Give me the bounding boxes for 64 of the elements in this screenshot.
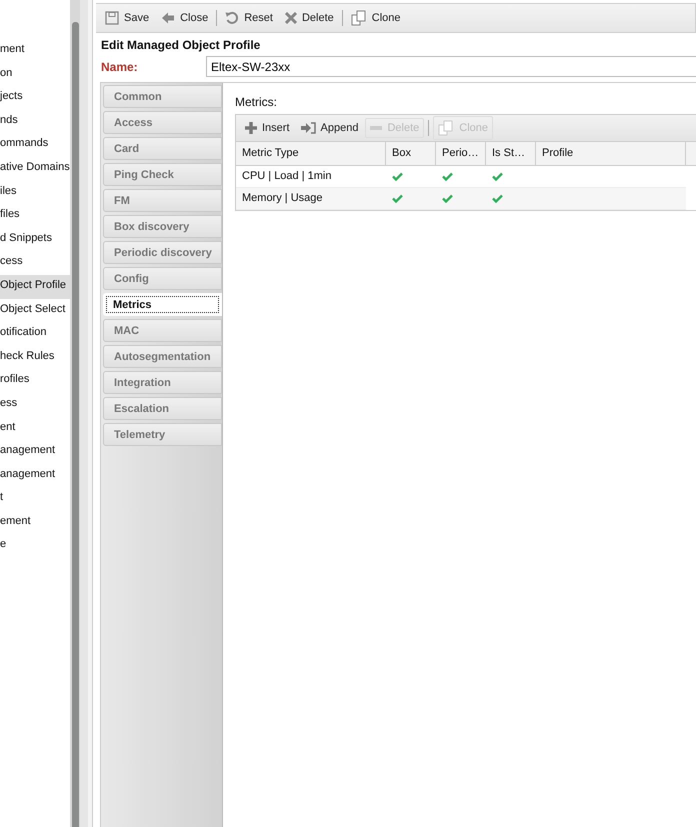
nav-item[interactable]: Object Select xyxy=(0,298,70,322)
nav-item[interactable]: cess xyxy=(0,251,70,275)
scrollbar-thumb[interactable] xyxy=(72,22,79,827)
nav-item[interactable]: iles xyxy=(0,180,70,204)
arrow-into-bracket-icon xyxy=(300,122,316,134)
toolbar-button[interactable]: Close xyxy=(156,9,214,27)
nav-item[interactable]: anagement xyxy=(0,440,70,464)
nav-item[interactable]: Object Profile xyxy=(0,274,70,299)
nav-item[interactable]: d Snippets xyxy=(0,228,70,252)
toolbar-button[interactable]: Reset xyxy=(220,8,278,28)
tab[interactable]: Autosegmentation xyxy=(103,345,222,368)
tab[interactable]: Telemetry xyxy=(103,423,222,446)
nav-item[interactable]: files xyxy=(0,204,70,228)
column-header[interactable]: Profile xyxy=(536,142,686,165)
tab[interactable]: Access xyxy=(103,111,222,134)
grid-button[interactable]: Append xyxy=(296,119,362,137)
nav-item[interactable]: ative Domains xyxy=(0,156,70,181)
nav-item[interactable]: otification xyxy=(0,322,70,346)
form-title: Edit Managed Object Profile xyxy=(100,37,262,52)
tab[interactable]: Card xyxy=(103,137,222,160)
reset-icon xyxy=(225,11,240,25)
tab[interactable]: Metrics xyxy=(103,293,222,316)
nav-item[interactable]: ent xyxy=(0,416,70,440)
nav-item[interactable]: heck Rules xyxy=(0,346,70,370)
splitter-bar[interactable] xyxy=(80,0,96,827)
tab[interactable]: MAC xyxy=(103,319,222,342)
plus-icon xyxy=(245,122,257,134)
table-cell-text: Memory | Usage xyxy=(241,191,324,206)
tab[interactable]: Periodic discovery xyxy=(103,241,222,264)
tab[interactable]: Common xyxy=(103,85,222,108)
table-cell-text: CPU | Load | 1min xyxy=(241,169,332,184)
name-label: Name: xyxy=(101,60,139,74)
tab[interactable]: Box discovery xyxy=(103,215,222,238)
nav-item[interactable]: t xyxy=(0,487,70,511)
tab[interactable]: Integration xyxy=(103,371,222,394)
nav-item[interactable]: ment xyxy=(0,39,70,63)
tab[interactable]: Config xyxy=(103,267,222,290)
nav-item[interactable]: on xyxy=(0,62,70,86)
column-header[interactable]: Perio… xyxy=(436,142,486,165)
toolbar-button[interactable]: Delete xyxy=(280,9,339,27)
nav-item[interactable]: ess xyxy=(0,392,70,416)
toolbar-button[interactable]: Save xyxy=(100,8,154,28)
column-header[interactable]: Box xyxy=(386,142,436,165)
nav-item[interactable]: ement xyxy=(0,510,70,534)
copy-icon xyxy=(350,10,367,26)
grid-button[interactable]: Insert xyxy=(241,119,294,137)
nav-item[interactable]: e xyxy=(0,534,70,558)
save-icon xyxy=(105,11,119,25)
toolbar-button[interactable]: Clone xyxy=(346,7,406,29)
name-field[interactable]: Eltex-SW-23xx xyxy=(206,56,696,77)
copy-icon xyxy=(438,120,454,136)
tab[interactable]: Ping Check xyxy=(103,163,222,186)
nav-item[interactable]: nds xyxy=(0,110,70,134)
column-header[interactable]: Metric Type xyxy=(236,142,386,165)
tab[interactable]: Escalation xyxy=(103,397,222,420)
metrics-label: Metrics: xyxy=(235,95,278,109)
arrow-left-icon xyxy=(161,12,176,24)
nav-item[interactable]: ommands xyxy=(0,133,70,157)
nav-item[interactable]: jects xyxy=(0,86,70,110)
close-icon xyxy=(284,12,297,24)
tab[interactable]: FM xyxy=(103,189,222,212)
nav-item[interactable]: anagement xyxy=(0,464,70,488)
nav-item[interactable]: rofiles xyxy=(0,369,70,393)
column-header[interactable]: Is St… xyxy=(486,142,536,165)
